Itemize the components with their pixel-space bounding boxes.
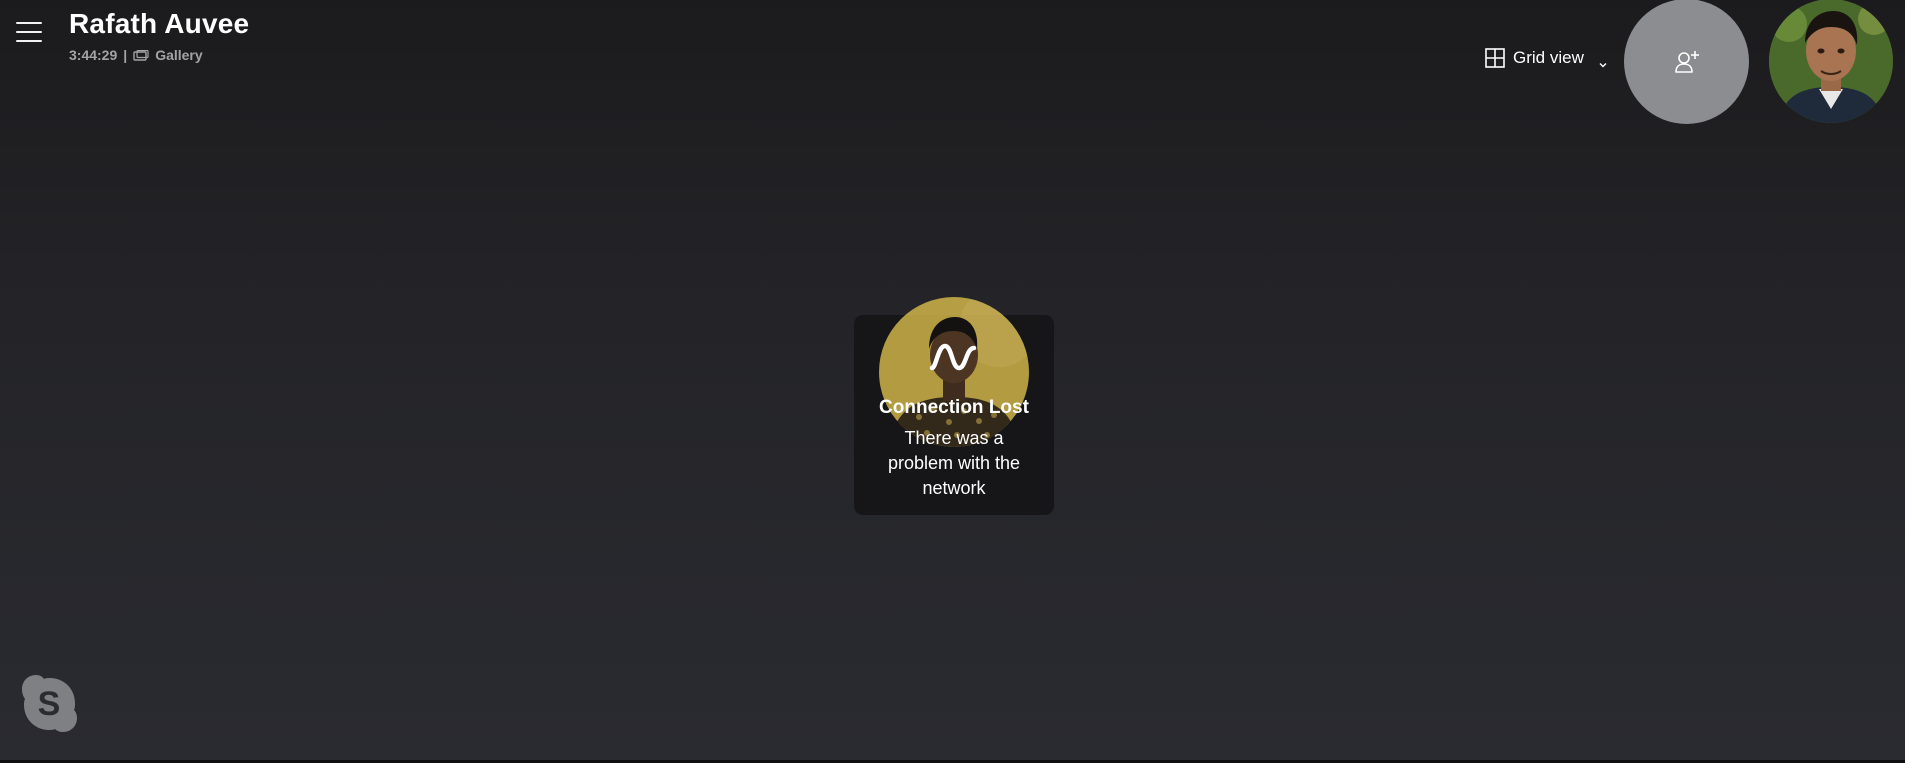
self-avatar[interactable] [1769,0,1893,123]
call-stage: Rafath Auvee 3:44:29 | Gallery Grid view [0,0,1905,763]
meta-separator: | [123,47,128,63]
svg-text:S: S [38,685,61,723]
connection-status-title: Connection Lost [879,397,1029,418]
menu-bar [16,31,42,33]
add-person-icon [1674,50,1699,73]
menu-button[interactable] [14,20,44,44]
connection-status-message: There was a problem with the network [887,428,1021,498]
gallery-label: Gallery [155,47,203,63]
call-title: Rafath Auvee [69,8,250,39]
connection-wave-icon [928,340,980,374]
grid-view-icon [1485,48,1505,68]
call-meta: 3:44:29 | Gallery [69,47,203,63]
menu-bar [16,22,42,24]
self-avatar-photo [1769,0,1893,123]
view-toggle-label: Grid view [1513,48,1584,67]
view-toggle-button[interactable]: Grid view [1485,48,1608,68]
skype-logo[interactable]: S [18,672,80,734]
call-duration: 3:44:29 [69,47,118,63]
chevron-down-icon [1598,54,1608,68]
add-person-button[interactable] [1624,0,1749,124]
gallery-icon [133,49,149,61]
menu-bar [16,40,42,42]
